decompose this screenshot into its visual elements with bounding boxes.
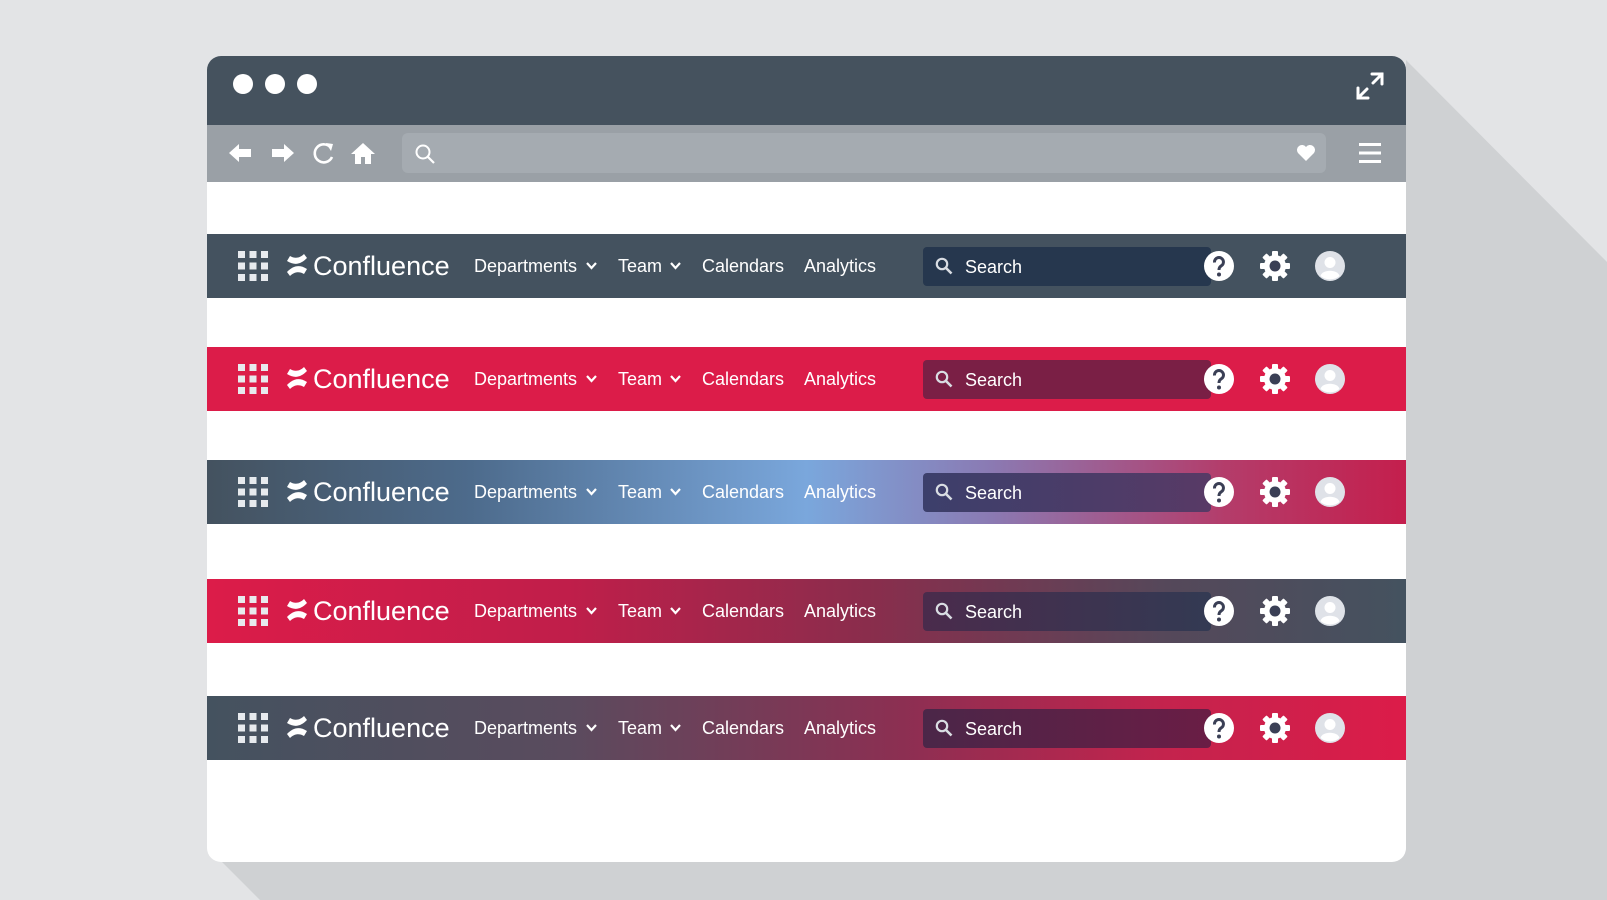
forward-arrow-icon[interactable] xyxy=(270,140,296,166)
address-bar[interactable] xyxy=(402,133,1326,173)
confluence-navbar-4: Confluence Departments Team Calendars An… xyxy=(207,579,1406,643)
heart-icon[interactable] xyxy=(1296,144,1316,162)
help-icon[interactable] xyxy=(1203,363,1235,395)
help-icon[interactable] xyxy=(1203,476,1235,508)
nav-analytics[interactable]: Analytics xyxy=(804,254,876,278)
reload-icon[interactable] xyxy=(311,140,337,166)
confluence-navbar-3: Confluence Departments Team Calendars An… xyxy=(207,460,1406,524)
back-arrow-icon[interactable] xyxy=(227,140,253,166)
search-input[interactable]: Search xyxy=(923,360,1211,399)
brand-name[interactable]: Confluence xyxy=(313,591,450,631)
confluence-navbar-1: Confluence Departments Team Calendars An… xyxy=(207,234,1406,298)
search-icon xyxy=(935,602,953,620)
search-icon xyxy=(415,144,435,164)
settings-gear-icon[interactable] xyxy=(1259,363,1291,395)
search-icon xyxy=(935,370,953,388)
nav-analytics[interactable]: Analytics xyxy=(804,367,876,391)
search-placeholder: Search xyxy=(965,719,1023,739)
search-input[interactable]: Search xyxy=(923,247,1211,286)
chevron-down-icon[interactable] xyxy=(586,261,597,270)
app-switcher-icon[interactable] xyxy=(237,250,269,282)
search-icon xyxy=(935,257,953,275)
nav-departments[interactable]: Departments xyxy=(474,716,577,740)
help-icon[interactable] xyxy=(1203,595,1235,627)
user-avatar-icon[interactable] xyxy=(1314,595,1346,627)
search-placeholder: Search xyxy=(965,370,1023,390)
nav-calendars[interactable]: Calendars xyxy=(702,254,784,278)
close-dot[interactable] xyxy=(233,74,253,94)
confluence-logo-icon xyxy=(287,599,307,621)
chevron-down-icon[interactable] xyxy=(586,487,597,496)
nav-departments[interactable]: Departments xyxy=(474,599,577,623)
chevron-down-icon[interactable] xyxy=(586,606,597,615)
settings-gear-icon[interactable] xyxy=(1259,476,1291,508)
settings-gear-icon[interactable] xyxy=(1259,595,1291,627)
window-titlebar xyxy=(207,56,1406,125)
brand-name[interactable]: Confluence xyxy=(313,246,450,286)
expand-icon[interactable] xyxy=(1354,70,1386,102)
search-placeholder: Search xyxy=(965,483,1023,503)
confluence-logo-icon xyxy=(287,254,307,276)
minimize-dot[interactable] xyxy=(265,74,285,94)
help-icon[interactable] xyxy=(1203,712,1235,744)
chevron-down-icon[interactable] xyxy=(586,723,597,732)
nav-calendars[interactable]: Calendars xyxy=(702,367,784,391)
confluence-navbar-2: Confluence Departments Team Calendars An… xyxy=(207,347,1406,411)
nav-team[interactable]: Team xyxy=(618,716,662,740)
user-avatar-icon[interactable] xyxy=(1314,476,1346,508)
user-avatar-icon[interactable] xyxy=(1314,250,1346,282)
browser-toolbar xyxy=(207,125,1406,182)
search-input[interactable]: Search xyxy=(923,709,1211,748)
app-switcher-icon[interactable] xyxy=(237,595,269,627)
nav-team[interactable]: Team xyxy=(618,599,662,623)
app-switcher-icon[interactable] xyxy=(237,712,269,744)
brand-name[interactable]: Confluence xyxy=(313,472,450,512)
settings-gear-icon[interactable] xyxy=(1259,250,1291,282)
user-avatar-icon[interactable] xyxy=(1314,712,1346,744)
settings-gear-icon[interactable] xyxy=(1259,712,1291,744)
nav-departments[interactable]: Departments xyxy=(474,480,577,504)
nav-departments[interactable]: Departments xyxy=(474,254,577,278)
search-placeholder: Search xyxy=(965,257,1023,277)
nav-team[interactable]: Team xyxy=(618,254,662,278)
nav-team[interactable]: Team xyxy=(618,480,662,504)
search-icon xyxy=(935,719,953,737)
help-icon[interactable] xyxy=(1203,250,1235,282)
confluence-logo-icon xyxy=(287,367,307,389)
confluence-navbar-5: Confluence Departments Team Calendars An… xyxy=(207,696,1406,760)
nav-departments[interactable]: Departments xyxy=(474,367,577,391)
nav-calendars[interactable]: Calendars xyxy=(702,480,784,504)
nav-calendars[interactable]: Calendars xyxy=(702,599,784,623)
nav-calendars[interactable]: Calendars xyxy=(702,716,784,740)
nav-team[interactable]: Team xyxy=(618,367,662,391)
brand-name[interactable]: Confluence xyxy=(313,359,450,399)
search-input[interactable]: Search xyxy=(923,592,1211,631)
hamburger-menu-icon[interactable] xyxy=(1358,141,1382,165)
chevron-down-icon[interactable] xyxy=(670,374,681,383)
confluence-logo-icon xyxy=(287,480,307,502)
chevron-down-icon[interactable] xyxy=(670,261,681,270)
home-icon[interactable] xyxy=(350,140,376,166)
search-placeholder: Search xyxy=(965,602,1023,622)
app-switcher-icon[interactable] xyxy=(237,476,269,508)
search-icon xyxy=(935,483,953,501)
search-input[interactable]: Search xyxy=(923,473,1211,512)
nav-analytics[interactable]: Analytics xyxy=(804,716,876,740)
confluence-logo-icon xyxy=(287,716,307,738)
chevron-down-icon[interactable] xyxy=(670,487,681,496)
chevron-down-icon[interactable] xyxy=(670,606,681,615)
user-avatar-icon[interactable] xyxy=(1314,363,1346,395)
maximize-dot[interactable] xyxy=(297,74,317,94)
browser-window: Confluence Departments Team Calendars An… xyxy=(207,56,1406,862)
chevron-down-icon[interactable] xyxy=(586,374,597,383)
nav-analytics[interactable]: Analytics xyxy=(804,599,876,623)
chevron-down-icon[interactable] xyxy=(670,723,681,732)
nav-analytics[interactable]: Analytics xyxy=(804,480,876,504)
app-switcher-icon[interactable] xyxy=(237,363,269,395)
brand-name[interactable]: Confluence xyxy=(313,708,450,748)
